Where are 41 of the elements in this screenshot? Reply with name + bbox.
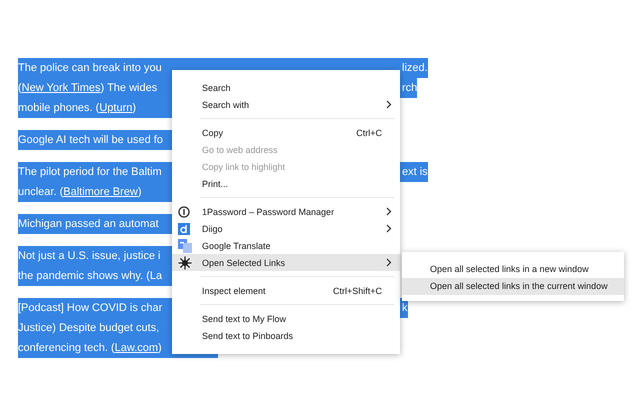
- selected-text: ): [138, 185, 142, 200]
- link[interactable]: Upturn: [99, 98, 132, 118]
- link[interactable]: New York Times: [22, 78, 101, 98]
- menu-item[interactable]: Diigo: [172, 220, 400, 237]
- menu-item[interactable]: Search with: [172, 96, 400, 113]
- selected-text: (: [18, 81, 22, 96]
- selected-text: Not just a U.S. issue, justice i: [18, 249, 160, 264]
- menu-item[interactable]: Copy Ctrl+C: [172, 124, 400, 141]
- selected-text: Justice) Despite budget cuts,: [18, 321, 160, 336]
- selected-text: lized.: [402, 61, 428, 76]
- selected-text: ): [132, 101, 136, 116]
- selected-text: The police can break into you: [18, 61, 162, 76]
- sun-icon: [178, 256, 192, 270]
- selected-text: [Podcast] How COVID is char: [18, 301, 162, 316]
- selected-text: unclear. (: [18, 185, 64, 200]
- menu-item[interactable]: Open all selected links in a new window: [402, 261, 624, 278]
- menu-item[interactable]: Send text to Pinboards: [172, 327, 400, 344]
- menu-item[interactable]: Search: [172, 79, 400, 96]
- selected-text: k: [402, 301, 408, 316]
- selected-text: ext is: [402, 165, 428, 180]
- menu-item[interactable]: Open Selected Links: [172, 254, 400, 271]
- translate-icon: [178, 238, 192, 252]
- menu-item[interactable]: 1Password – Password Manager: [172, 203, 400, 220]
- selected-text: rch: [402, 81, 418, 96]
- diigo-icon: [178, 222, 190, 234]
- selected-text: Michigan passed an automat: [18, 217, 159, 232]
- menu-item[interactable]: Inspect element Ctrl+Shift+C: [172, 282, 400, 299]
- menu-item[interactable]: Send text to My Flow: [172, 310, 400, 327]
- link[interactable]: Law.com: [114, 338, 158, 358]
- selected-text: ) The wides: [100, 81, 158, 96]
- selected-text: the pandemic shows why. (La: [18, 269, 162, 284]
- selected-text: mobile phones. (: [18, 101, 100, 116]
- selected-text: conferencing tech. (: [18, 341, 115, 356]
- circle-icon: [178, 206, 190, 218]
- selected-text: Google AI tech will be used fo: [18, 133, 163, 148]
- selected-text: ): [158, 341, 162, 356]
- menu-item[interactable]: Open all selected links in the current window: [402, 278, 624, 295]
- selected-text: The pilot period for the Baltim: [18, 165, 162, 180]
- menu-item[interactable]: Google Translate: [172, 237, 400, 254]
- link[interactable]: Baltimore Brew: [63, 182, 138, 202]
- menu-item[interactable]: Print...: [172, 175, 400, 192]
